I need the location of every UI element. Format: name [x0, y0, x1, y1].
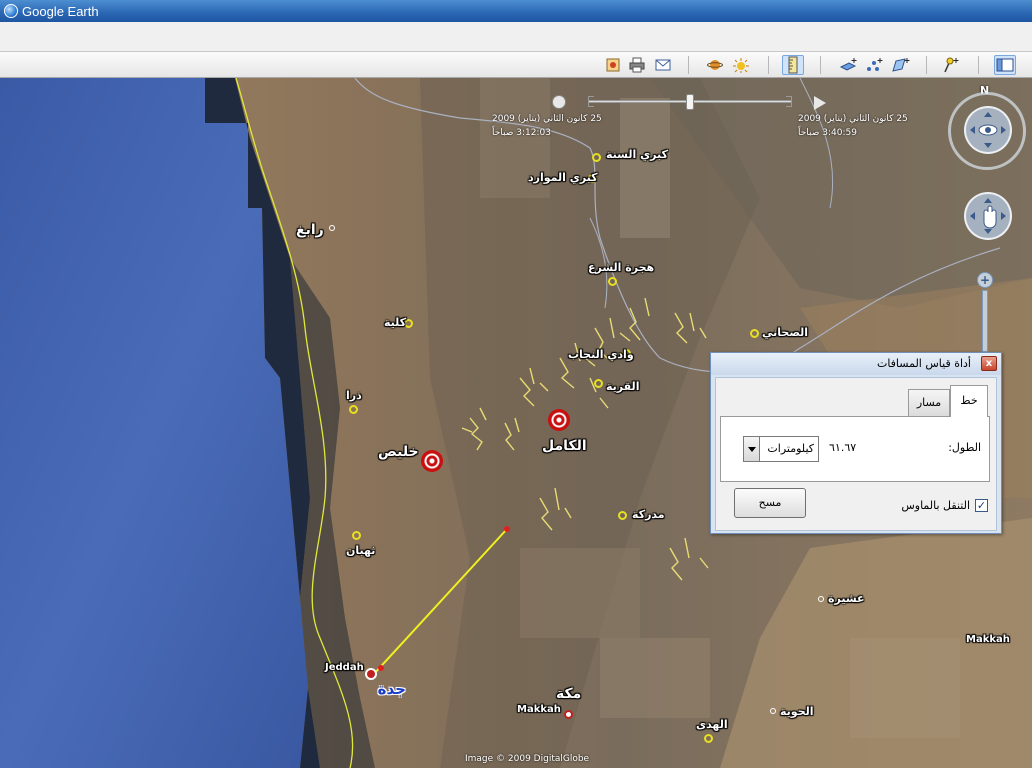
place-label: جدة: [377, 680, 406, 698]
ruler-body: خط مسار الطول: ٦١.٦٧ كيلومترات مسح ✓ الت…: [715, 377, 997, 531]
clock-icon[interactable]: [552, 95, 566, 109]
place-label: Jeddah: [325, 662, 364, 673]
title-bar: Google Earth: [0, 0, 1032, 22]
place-label: رابغ: [296, 222, 324, 238]
place-label: الحوية: [780, 705, 814, 718]
place-label: خليص: [378, 444, 419, 460]
print-icon[interactable]: [626, 55, 648, 75]
look-joystick[interactable]: [964, 106, 1012, 154]
timeline-end-time: 3:40:59 صباحاً: [798, 128, 857, 138]
unit-select[interactable]: كيلومترات: [743, 436, 819, 462]
target-marker[interactable]: [548, 409, 570, 431]
timeline-thumb[interactable]: [686, 94, 694, 110]
save-image-icon[interactable]: [602, 55, 624, 75]
measurement-end-point: [504, 526, 510, 532]
place-label: Makkah: [517, 704, 561, 715]
place-label: مكة: [556, 686, 582, 702]
place-label: ذرا: [346, 389, 362, 402]
place-label: ثهبان: [346, 544, 376, 557]
placemark-icon[interactable]: [940, 55, 962, 75]
place-label: القرية: [606, 380, 640, 393]
ruler-title-bar[interactable]: أداة قياس المسافات x: [711, 353, 1001, 375]
menu-bar: [0, 22, 1032, 52]
place-label: وادي النجاب: [568, 348, 634, 361]
tab-line[interactable]: خط: [950, 385, 988, 417]
email-icon[interactable]: [652, 55, 674, 75]
tab-path[interactable]: مسار: [908, 389, 950, 416]
mouse-navigation-label: التنقل بالماوس: [901, 499, 970, 512]
place-label: Makkah: [966, 634, 1010, 645]
place-label: الكامل: [542, 438, 587, 454]
timeline-slider[interactable]: [552, 86, 832, 114]
clear-button[interactable]: مسح: [734, 488, 806, 518]
unit-selected: كيلومترات: [767, 442, 814, 455]
place-label: الصحاني: [762, 326, 809, 339]
zoom-in-button[interactable]: +: [977, 272, 993, 288]
sunlight-icon[interactable]: [730, 55, 752, 75]
place-label: هجرة الشرع: [588, 261, 655, 274]
place-label: الهدى: [696, 718, 728, 731]
length-label: الطول:: [948, 441, 981, 454]
eye-icon: [970, 112, 1006, 148]
play-icon[interactable]: [814, 96, 826, 110]
planets-icon[interactable]: [704, 55, 726, 75]
place-label: كبري السنة: [606, 148, 668, 161]
toolbar: [0, 52, 1032, 78]
place-label: كبري الموارد: [528, 171, 598, 184]
line-tab-panel: الطول: ٦١.٦٧ كيلومترات: [720, 416, 990, 482]
zoom-slider[interactable]: [982, 290, 988, 352]
makkah-marker[interactable]: [564, 710, 573, 719]
hand-icon: [970, 198, 1006, 234]
timeline-start-date: 25 كانون الثاني (يناير) 2009: [492, 114, 602, 124]
overlay-icon[interactable]: [838, 55, 860, 75]
sidebar-toggle-icon[interactable]: [994, 55, 1016, 75]
timeline-start-time: 3:12:03 صباحاً: [492, 128, 551, 138]
mouse-navigation-checkbox[interactable]: ✓: [975, 499, 988, 512]
jeddah-marker[interactable]: [365, 668, 377, 680]
timeline-end-date: 25 كانون الثاني (يناير) 2009: [798, 114, 908, 124]
google-earth-logo-icon: [4, 4, 18, 18]
close-icon[interactable]: x: [981, 356, 997, 371]
place-label: عشيرة: [828, 592, 865, 605]
polygon-icon[interactable]: [890, 55, 912, 75]
move-joystick[interactable]: [964, 192, 1012, 240]
path-icon[interactable]: [864, 55, 886, 75]
imagery-copyright: Image © 2009 DigitalGlobe: [465, 754, 590, 764]
measurement-start-point: [378, 665, 384, 671]
target-marker[interactable]: [421, 450, 443, 472]
window-title: Google Earth: [22, 3, 99, 19]
ruler-dialog: أداة قياس المسافات x خط مسار الطول: ٦١.٦…: [710, 352, 1002, 534]
ruler-icon[interactable]: [782, 55, 804, 75]
length-value: ٦١.٦٧: [829, 441, 857, 454]
place-label: مدركة: [632, 508, 665, 521]
ruler-title: أداة قياس المسافات: [876, 357, 971, 370]
chevron-down-icon[interactable]: [744, 437, 760, 461]
place-label: كلية: [384, 316, 407, 329]
